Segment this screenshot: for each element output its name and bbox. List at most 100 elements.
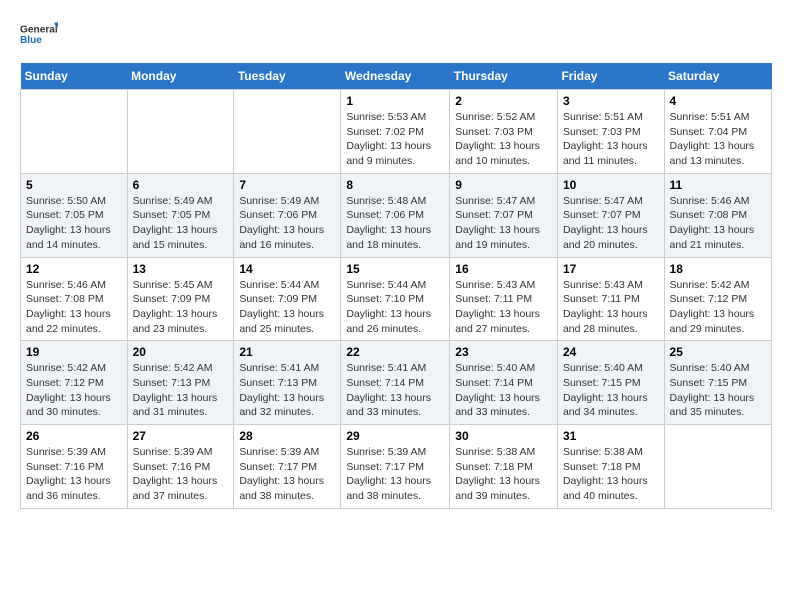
day-number: 28 <box>239 429 335 443</box>
calendar-cell: 2 Sunrise: 5:52 AM Sunset: 7:03 PM Daylig… <box>450 90 558 174</box>
calendar-cell <box>664 425 771 509</box>
calendar-cell: 3 Sunrise: 5:51 AM Sunset: 7:03 PM Daylig… <box>557 90 664 174</box>
day-info: Sunrise: 5:39 AM Sunset: 7:17 PM Dayligh… <box>239 445 335 504</box>
calendar-cell: 28 Sunrise: 5:39 AM Sunset: 7:17 PM Dayli… <box>234 425 341 509</box>
calendar-cell: 31 Sunrise: 5:38 AM Sunset: 7:18 PM Dayli… <box>557 425 664 509</box>
page: General Blue SundayMondayTuesdayWednesda… <box>0 0 792 524</box>
calendar-cell: 21Sunrise: 5:41 AM Sunset: 7:13 PM Dayli… <box>234 341 341 425</box>
day-number: 15 <box>346 262 444 276</box>
calendar-cell: 22 Sunrise: 5:41 AM Sunset: 7:14 PM Dayli… <box>341 341 450 425</box>
day-number: 19 <box>26 345 122 359</box>
day-number: 20 <box>133 345 229 359</box>
calendar-cell <box>234 90 341 174</box>
calendar-table: SundayMondayTuesdayWednesdayThursdayFrid… <box>20 63 772 509</box>
day-info: Sunrise: 5:47 AM Sunset: 7:07 PM Dayligh… <box>563 194 659 253</box>
header-day: Sunday <box>21 63 128 90</box>
day-info: Sunrise: 5:52 AM Sunset: 7:03 PM Dayligh… <box>455 110 552 169</box>
day-info: Sunrise: 5:42 AM Sunset: 7:12 PM Dayligh… <box>670 278 766 337</box>
logo-svg: General Blue <box>20 15 58 53</box>
day-number: 5 <box>26 178 122 192</box>
day-info: Sunrise: 5:44 AM Sunset: 7:10 PM Dayligh… <box>346 278 444 337</box>
header: General Blue <box>20 15 772 53</box>
day-info: Sunrise: 5:51 AM Sunset: 7:03 PM Dayligh… <box>563 110 659 169</box>
calendar-cell: 6Sunrise: 5:49 AM Sunset: 7:05 PM Daylig… <box>127 173 234 257</box>
header-day: Monday <box>127 63 234 90</box>
day-info: Sunrise: 5:43 AM Sunset: 7:11 PM Dayligh… <box>563 278 659 337</box>
calendar-cell: 4 Sunrise: 5:51 AM Sunset: 7:04 PM Daylig… <box>664 90 771 174</box>
calendar-cell: 15 Sunrise: 5:44 AM Sunset: 7:10 PM Dayli… <box>341 257 450 341</box>
calendar-cell: 8 Sunrise: 5:48 AM Sunset: 7:06 PM Daylig… <box>341 173 450 257</box>
header-day: Friday <box>557 63 664 90</box>
calendar-cell: 9 Sunrise: 5:47 AM Sunset: 7:07 PM Daylig… <box>450 173 558 257</box>
calendar-cell: 7 Sunrise: 5:49 AM Sunset: 7:06 PM Daylig… <box>234 173 341 257</box>
calendar-cell: 27Sunrise: 5:39 AM Sunset: 7:16 PM Dayli… <box>127 425 234 509</box>
calendar-row: 12Sunrise: 5:46 AM Sunset: 7:08 PM Dayli… <box>21 257 772 341</box>
calendar-cell: 29Sunrise: 5:39 AM Sunset: 7:17 PM Dayli… <box>341 425 450 509</box>
day-number: 22 <box>346 345 444 359</box>
day-number: 1 <box>346 94 444 108</box>
day-info: Sunrise: 5:41 AM Sunset: 7:14 PM Dayligh… <box>346 361 444 420</box>
day-info: Sunrise: 5:38 AM Sunset: 7:18 PM Dayligh… <box>563 445 659 504</box>
calendar-cell: 17 Sunrise: 5:43 AM Sunset: 7:11 PM Dayli… <box>557 257 664 341</box>
day-info: Sunrise: 5:50 AM Sunset: 7:05 PM Dayligh… <box>26 194 122 253</box>
day-info: Sunrise: 5:43 AM Sunset: 7:11 PM Dayligh… <box>455 278 552 337</box>
calendar-cell: 20Sunrise: 5:42 AM Sunset: 7:13 PM Dayli… <box>127 341 234 425</box>
day-info: Sunrise: 5:40 AM Sunset: 7:15 PM Dayligh… <box>670 361 766 420</box>
calendar-row: 26 Sunrise: 5:39 AM Sunset: 7:16 PM Dayli… <box>21 425 772 509</box>
calendar-row: 5 Sunrise: 5:50 AM Sunset: 7:05 PM Daylig… <box>21 173 772 257</box>
calendar-cell: 24 Sunrise: 5:40 AM Sunset: 7:15 PM Dayli… <box>557 341 664 425</box>
day-info: Sunrise: 5:40 AM Sunset: 7:15 PM Dayligh… <box>563 361 659 420</box>
day-number: 17 <box>563 262 659 276</box>
calendar-cell: 11Sunrise: 5:46 AM Sunset: 7:08 PM Dayli… <box>664 173 771 257</box>
day-info: Sunrise: 5:49 AM Sunset: 7:06 PM Dayligh… <box>239 194 335 253</box>
calendar-row: 1 Sunrise: 5:53 AM Sunset: 7:02 PM Daylig… <box>21 90 772 174</box>
day-info: Sunrise: 5:39 AM Sunset: 7:16 PM Dayligh… <box>26 445 122 504</box>
calendar-cell: 18Sunrise: 5:42 AM Sunset: 7:12 PM Dayli… <box>664 257 771 341</box>
calendar-cell: 23 Sunrise: 5:40 AM Sunset: 7:14 PM Dayli… <box>450 341 558 425</box>
header-row: SundayMondayTuesdayWednesdayThursdayFrid… <box>21 63 772 90</box>
calendar-cell: 12Sunrise: 5:46 AM Sunset: 7:08 PM Dayli… <box>21 257 128 341</box>
day-number: 7 <box>239 178 335 192</box>
day-number: 4 <box>670 94 766 108</box>
day-info: Sunrise: 5:53 AM Sunset: 7:02 PM Dayligh… <box>346 110 444 169</box>
calendar-cell: 10 Sunrise: 5:47 AM Sunset: 7:07 PM Dayli… <box>557 173 664 257</box>
day-info: Sunrise: 5:46 AM Sunset: 7:08 PM Dayligh… <box>26 278 122 337</box>
header-day: Tuesday <box>234 63 341 90</box>
calendar-cell: 14 Sunrise: 5:44 AM Sunset: 7:09 PM Dayli… <box>234 257 341 341</box>
calendar-header: SundayMondayTuesdayWednesdayThursdayFrid… <box>21 63 772 90</box>
day-number: 24 <box>563 345 659 359</box>
day-number: 10 <box>563 178 659 192</box>
calendar-cell: 16 Sunrise: 5:43 AM Sunset: 7:11 PM Dayli… <box>450 257 558 341</box>
day-info: Sunrise: 5:39 AM Sunset: 7:16 PM Dayligh… <box>133 445 229 504</box>
day-number: 2 <box>455 94 552 108</box>
day-number: 23 <box>455 345 552 359</box>
day-info: Sunrise: 5:44 AM Sunset: 7:09 PM Dayligh… <box>239 278 335 337</box>
calendar-body: 1 Sunrise: 5:53 AM Sunset: 7:02 PM Daylig… <box>21 90 772 509</box>
day-number: 31 <box>563 429 659 443</box>
day-number: 25 <box>670 345 766 359</box>
calendar-cell: 1 Sunrise: 5:53 AM Sunset: 7:02 PM Daylig… <box>341 90 450 174</box>
day-number: 16 <box>455 262 552 276</box>
calendar-cell <box>21 90 128 174</box>
day-info: Sunrise: 5:40 AM Sunset: 7:14 PM Dayligh… <box>455 361 552 420</box>
day-info: Sunrise: 5:38 AM Sunset: 7:18 PM Dayligh… <box>455 445 552 504</box>
day-number: 11 <box>670 178 766 192</box>
day-number: 3 <box>563 94 659 108</box>
svg-text:Blue: Blue <box>20 35 42 46</box>
calendar-row: 19Sunrise: 5:42 AM Sunset: 7:12 PM Dayli… <box>21 341 772 425</box>
calendar-cell: 19Sunrise: 5:42 AM Sunset: 7:12 PM Dayli… <box>21 341 128 425</box>
day-number: 26 <box>26 429 122 443</box>
calendar-cell: 25 Sunrise: 5:40 AM Sunset: 7:15 PM Dayli… <box>664 341 771 425</box>
day-info: Sunrise: 5:47 AM Sunset: 7:07 PM Dayligh… <box>455 194 552 253</box>
calendar-cell: 30Sunrise: 5:38 AM Sunset: 7:18 PM Dayli… <box>450 425 558 509</box>
day-number: 21 <box>239 345 335 359</box>
day-number: 9 <box>455 178 552 192</box>
day-info: Sunrise: 5:48 AM Sunset: 7:06 PM Dayligh… <box>346 194 444 253</box>
calendar-cell: 26 Sunrise: 5:39 AM Sunset: 7:16 PM Dayli… <box>21 425 128 509</box>
header-day: Wednesday <box>341 63 450 90</box>
logo: General Blue <box>20 15 58 53</box>
day-number: 14 <box>239 262 335 276</box>
day-info: Sunrise: 5:51 AM Sunset: 7:04 PM Dayligh… <box>670 110 766 169</box>
day-number: 8 <box>346 178 444 192</box>
day-number: 6 <box>133 178 229 192</box>
